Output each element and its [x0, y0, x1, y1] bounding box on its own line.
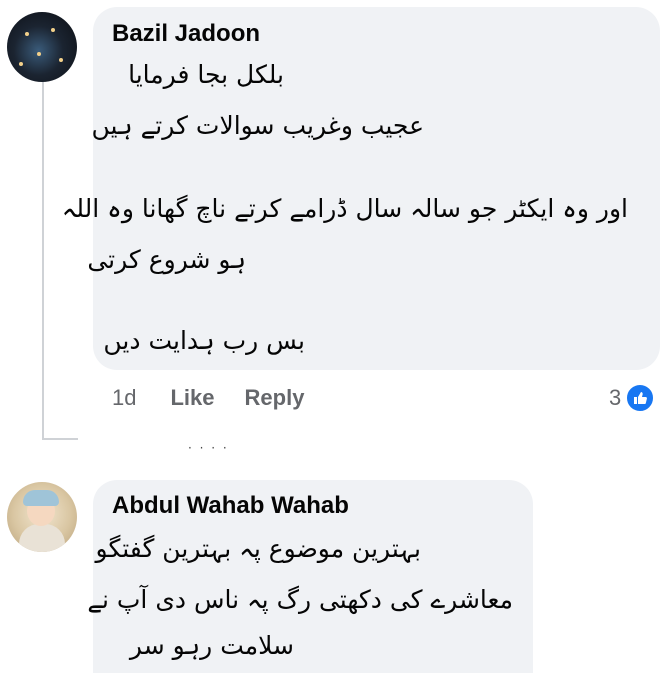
comment-text-line: عجیب وغریب سوالات کرتے ہیں: [91, 111, 424, 140]
comment-text-line: اور وہ ایکٹر جو سالہ سال ڈرامے کرتے ناچ …: [61, 194, 628, 223]
comment-timestamp[interactable]: 1d: [112, 385, 136, 411]
comment-text-line: بہترین موضوع پہ بہترین گفتگو: [95, 534, 421, 563]
comment-text-line: بلکل بجا فرمایا: [128, 60, 284, 89]
comment-author[interactable]: Bazil Jadoon: [112, 20, 260, 48]
comment-text-line: ہو شروع کرتی: [87, 245, 246, 274]
avatar[interactable]: [7, 12, 77, 82]
avatar-detail: [37, 52, 41, 56]
reply-button[interactable]: Reply: [245, 385, 305, 411]
comment-actions: 1d Like Reply: [112, 382, 334, 414]
avatar-detail: [51, 28, 55, 32]
reaction-count: 3: [609, 385, 622, 410]
avatar-detail: [19, 62, 23, 66]
comment-author[interactable]: Abdul Wahab Wahab: [112, 492, 349, 520]
more-replies-indicator[interactable]: · · · ·: [188, 441, 229, 455]
reply-thread-connector: [42, 438, 78, 440]
like-button[interactable]: Like: [170, 385, 214, 411]
thumbs-up-icon: [625, 383, 656, 413]
avatar-detail: [59, 58, 63, 62]
avatar-detail: [19, 524, 65, 552]
avatar-detail: [25, 32, 29, 36]
reply-thread-line: [42, 80, 44, 440]
reaction-summary[interactable]: 3: [609, 382, 656, 414]
comment-text-line: سلامت رہو سر: [129, 631, 294, 660]
avatar[interactable]: [7, 482, 77, 552]
avatar-detail: [23, 490, 59, 506]
comment-text-line: معاشرے کی دکھتی رگ پہ ناس دی آپ نے: [87, 585, 513, 614]
comment-text-line: بس رب ہدایت دیں: [103, 326, 305, 355]
